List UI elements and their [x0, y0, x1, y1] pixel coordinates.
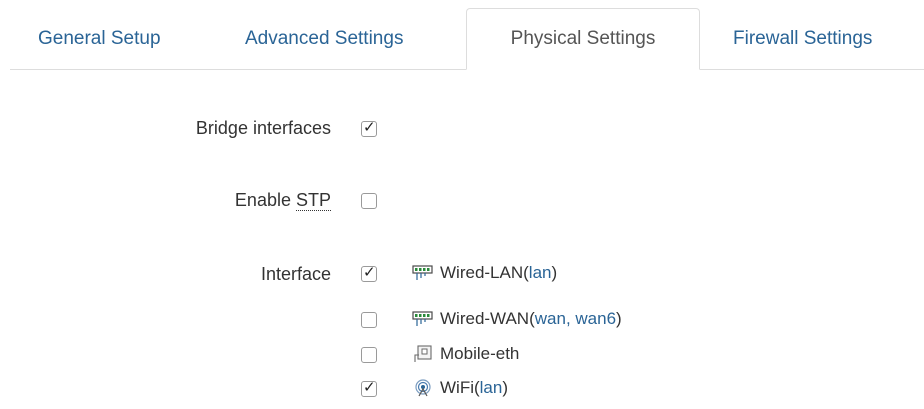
enable-stp-checkbox[interactable] [361, 193, 377, 209]
interface-mobile-eth: Mobile-eth [412, 344, 519, 364]
interface-wired-wan: Wired-WAN (wan, wan6) [412, 309, 622, 329]
interface-close-paren: ) [502, 378, 509, 397]
interface-mobile-eth-checkbox[interactable] [361, 347, 377, 363]
interface-network-link[interactable]: lan [529, 263, 552, 283]
interface-wifi-checkbox[interactable]: ✓ [361, 379, 377, 397]
interface-wifi: WiFi (lan) [412, 378, 508, 398]
bridge-interfaces-label: Bridge interfaces [195, 118, 331, 138]
enable-stp-label: Enable STP [235, 190, 331, 211]
interface-name: Mobile-eth [440, 344, 520, 363]
tab-physical-settings[interactable]: Physical Settings [466, 8, 700, 70]
ethernet-switch-icon [412, 310, 434, 328]
tab-advanced-settings[interactable]: Advanced Settings [245, 28, 403, 50]
interface-wired-lan-checkbox[interactable]: ✓ [361, 264, 377, 282]
interface-name: Wired-WAN [440, 309, 530, 328]
tab-bar: General Setup Advanced Settings Physical… [0, 0, 924, 70]
interface-name: Wired-LAN [440, 263, 524, 282]
interface-wired-lan: Wired-LAN (lan) [412, 263, 557, 283]
interface-label: Interface [260, 264, 331, 284]
stp-abbreviation: STP [295, 190, 331, 211]
interface-name: WiFi [440, 378, 474, 397]
bridge-interfaces-checkbox[interactable]: ✓ [361, 119, 377, 137]
check-icon: ✓ [363, 119, 376, 136]
tab-general-setup[interactable]: General Setup [38, 28, 161, 50]
interface-network-link[interactable]: lan [480, 378, 503, 398]
interface-close-paren: ) [616, 309, 622, 328]
check-icon: ✓ [363, 379, 376, 396]
interface-wired-wan-checkbox[interactable] [361, 312, 377, 328]
interface-close-paren: ) [551, 263, 558, 282]
wifi-icon [412, 379, 434, 397]
interface-network-link[interactable]: wan, wan6 [535, 309, 616, 329]
ethernet-port-icon [412, 345, 434, 363]
check-icon: ✓ [363, 264, 376, 281]
ethernet-switch-icon [412, 264, 434, 282]
enable-stp-label-prefix: Enable [234, 190, 296, 210]
tab-firewall-settings[interactable]: Firewall Settings [733, 28, 872, 50]
